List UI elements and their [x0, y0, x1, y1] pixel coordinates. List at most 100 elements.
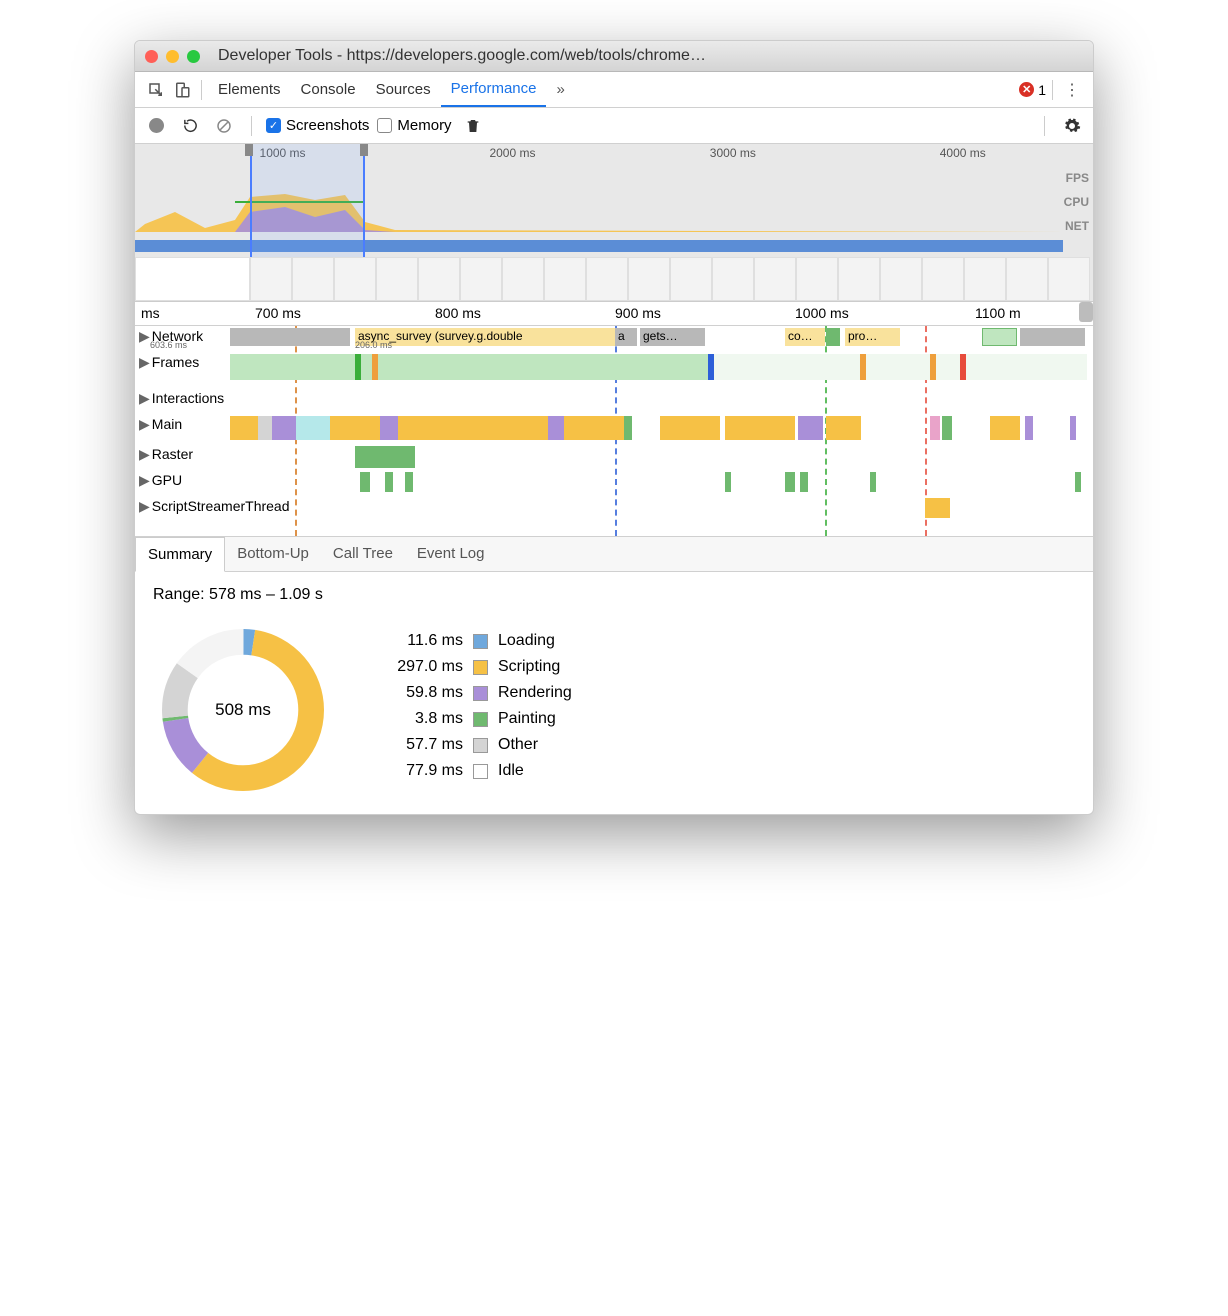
tab-performance[interactable]: Performance [441, 72, 547, 107]
tab-bottom-up[interactable]: Bottom-Up [225, 537, 321, 571]
frame-bar[interactable] [712, 354, 1087, 380]
flame-chart-tracks: ▶Network async_survey (survey.g.double a… [135, 326, 1093, 536]
legend-ms: 3.8 ms [373, 710, 463, 728]
disclosure-icon[interactable]: ▶ [139, 354, 150, 371]
filmstrip-thumb[interactable] [712, 257, 754, 301]
donut-chart: 508 ms [153, 620, 333, 800]
record-button[interactable] [143, 113, 169, 139]
checkbox-checked-icon: ✓ [266, 118, 281, 133]
tab-elements[interactable]: Elements [208, 73, 291, 106]
overview-pane[interactable]: 1000 ms 2000 ms 3000 ms 4000 ms FPSCPUNE… [135, 144, 1093, 302]
filmstrip-thumb[interactable] [502, 257, 544, 301]
disclosure-icon[interactable]: ▶ [139, 498, 150, 515]
selection-handle-left[interactable] [245, 144, 253, 156]
frame-marker [372, 354, 378, 380]
legend-label: Loading [498, 632, 555, 650]
network-bar[interactable]: co… [785, 328, 825, 346]
selection-handle-right[interactable] [360, 144, 368, 156]
filmstrip-thumb[interactable] [376, 257, 418, 301]
legend-swatch [473, 686, 488, 701]
filmstrip-thumb[interactable] [922, 257, 964, 301]
disclosure-icon[interactable]: ▶ [139, 390, 150, 407]
raster-bar[interactable] [355, 446, 415, 468]
legend-swatch [473, 764, 488, 779]
filmstrip-thumb[interactable] [460, 257, 502, 301]
legend-row: 77.9 msIdle [373, 762, 572, 780]
tab-overflow[interactable]: » [546, 73, 574, 106]
scrollbar-vertical[interactable] [1079, 302, 1093, 322]
track-network[interactable]: ▶Network async_survey (survey.g.double a… [135, 326, 1093, 352]
filmstrip-thumb[interactable] [292, 257, 334, 301]
divider [1052, 80, 1053, 100]
gear-icon[interactable] [1059, 113, 1085, 139]
zoom-window-button[interactable] [187, 50, 200, 63]
filmstrip-thumb[interactable] [880, 257, 922, 301]
network-bar[interactable]: gets… [640, 328, 705, 346]
kebab-menu-icon[interactable]: ⋮ [1059, 77, 1085, 103]
filmstrip-thumb[interactable] [1006, 257, 1048, 301]
track-frames[interactable]: ▶Frames 603.6 ms 206.0 ms [135, 352, 1093, 388]
close-window-button[interactable] [145, 50, 158, 63]
legend-swatch [473, 712, 488, 727]
legend-row: 59.8 msRendering [373, 684, 572, 702]
legend-row: 297.0 msScripting [373, 658, 572, 676]
frame-bar[interactable] [230, 354, 710, 380]
memory-checkbox[interactable]: Memory [377, 117, 451, 134]
filmstrip-thumb[interactable] [754, 257, 796, 301]
tab-summary[interactable]: Summary [135, 537, 225, 572]
summary-legend: 11.6 msLoading 297.0 msScripting 59.8 msRe… [373, 632, 572, 788]
filmstrip-thumb[interactable] [796, 257, 838, 301]
filmstrip-thumb[interactable] [418, 257, 460, 301]
filmstrip-thumb[interactable] [670, 257, 712, 301]
timeline-ruler[interactable]: ms 700 ms 800 ms 900 ms 1000 ms 1100 m [135, 302, 1093, 326]
tab-console[interactable]: Console [291, 73, 366, 106]
filmstrip-thumb[interactable] [628, 257, 670, 301]
legend-label: Other [498, 736, 538, 754]
network-bar[interactable]: a [615, 328, 637, 346]
disclosure-icon[interactable]: ▶ [139, 328, 150, 345]
track-main[interactable]: ▶Main [135, 414, 1093, 444]
filmstrip-thumb[interactable] [838, 257, 880, 301]
legend-swatch [473, 660, 488, 675]
filmstrip-thumb[interactable] [334, 257, 376, 301]
network-bar[interactable] [826, 328, 840, 346]
clear-button[interactable] [211, 113, 237, 139]
legend-label: Idle [498, 762, 524, 780]
network-bar[interactable]: pro… [845, 328, 900, 346]
legend-row: 57.7 msOther [373, 736, 572, 754]
disclosure-icon[interactable]: ▶ [139, 472, 150, 489]
network-bar[interactable] [230, 328, 350, 346]
tab-sources[interactable]: Sources [366, 73, 441, 106]
frame-marker [860, 354, 866, 380]
legend-row: 3.8 msPainting [373, 710, 572, 728]
filmstrip-thumb[interactable] [544, 257, 586, 301]
network-bar[interactable]: async_survey (survey.g.double [355, 328, 615, 346]
filmstrip-thumb[interactable] [964, 257, 1006, 301]
network-bar[interactable] [1020, 328, 1085, 346]
overview-filmstrip: for(let i=0;i<20;i++)document.write('<di… [135, 257, 1093, 301]
screenshots-checkbox[interactable]: ✓Screenshots [266, 117, 369, 134]
summary-tabs: Summary Bottom-Up Call Tree Event Log [135, 536, 1093, 572]
legend-row: 11.6 msLoading [373, 632, 572, 650]
network-bar[interactable] [982, 328, 1017, 346]
filmstrip-thumb[interactable] [250, 257, 292, 301]
minimize-window-button[interactable] [166, 50, 179, 63]
disclosure-icon[interactable]: ▶ [139, 416, 150, 433]
filmstrip-thumb[interactable] [135, 257, 250, 301]
trash-icon[interactable] [460, 113, 486, 139]
inspect-icon[interactable] [143, 77, 169, 103]
divider [251, 116, 252, 136]
track-raster[interactable]: ▶Raster [135, 444, 1093, 470]
tab-call-tree[interactable]: Call Tree [321, 537, 405, 571]
main-flame[interactable] [230, 414, 1093, 444]
filmstrip-thumb[interactable] [1048, 257, 1090, 301]
track-gpu[interactable]: ▶GPU [135, 470, 1093, 496]
device-toggle-icon[interactable] [169, 77, 195, 103]
tab-event-log[interactable]: Event Log [405, 537, 497, 571]
track-scriptstreamer[interactable]: ▶ScriptStreamerThread [135, 496, 1093, 536]
track-interactions[interactable]: ▶Interactions [135, 388, 1093, 414]
reload-button[interactable] [177, 113, 203, 139]
error-count[interactable]: ✕ 1 [1019, 82, 1046, 98]
disclosure-icon[interactable]: ▶ [139, 446, 150, 463]
filmstrip-thumb[interactable] [586, 257, 628, 301]
